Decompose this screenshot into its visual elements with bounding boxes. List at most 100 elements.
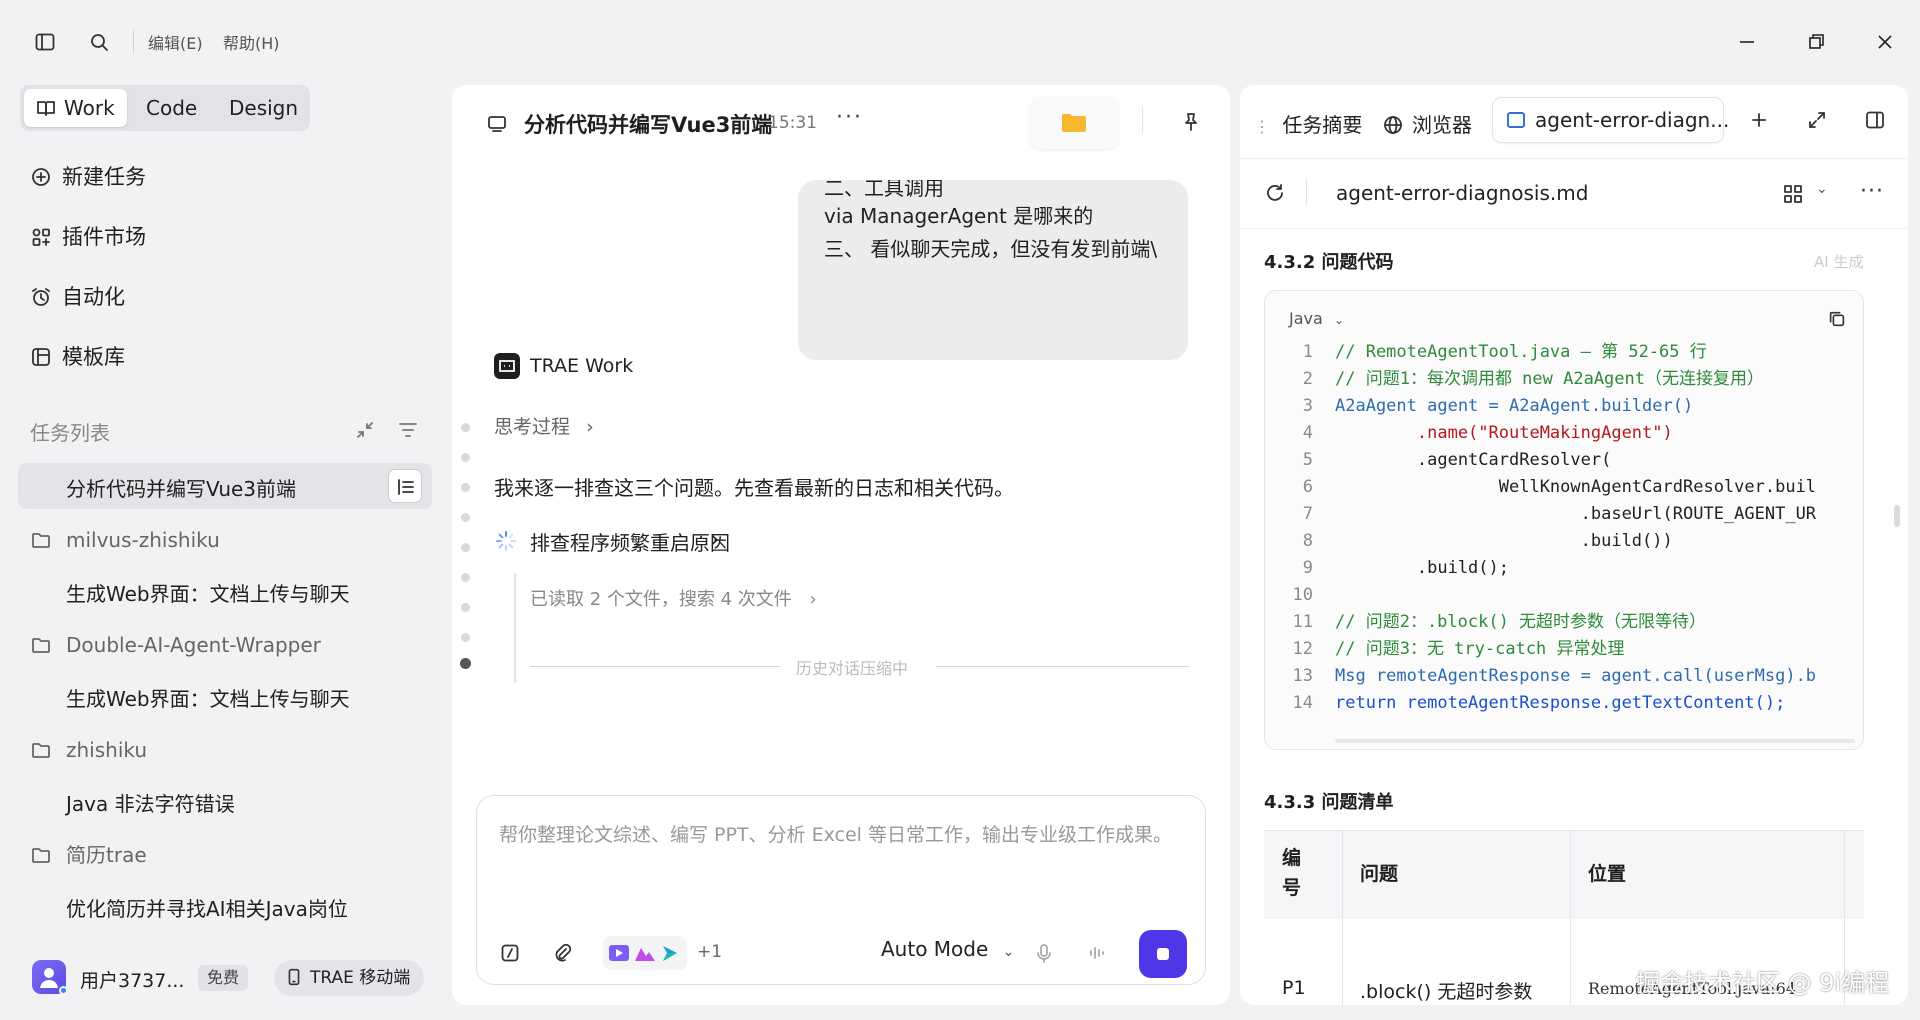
nav-plugin-market[interactable]: 插件市场 xyxy=(30,220,146,254)
nav-new-task-label: 新建任务 xyxy=(62,165,146,189)
mode-selector[interactable]: Auto Mode ⌄ xyxy=(881,937,1014,961)
chevron-down-icon[interactable]: ⌄ xyxy=(1816,181,1828,197)
task-item[interactable]: 生成Web界面：文档上传与聊天 xyxy=(18,568,432,614)
command-icon[interactable] xyxy=(499,942,521,964)
sidebar-toggle-icon[interactable] xyxy=(34,31,56,53)
nav-new-task[interactable]: 新建任务 xyxy=(30,160,146,194)
stop-icon xyxy=(1157,948,1169,960)
folder-zhishiku[interactable]: zhishiku xyxy=(30,733,147,767)
menu-help[interactable]: 帮助(H) xyxy=(223,30,280,54)
pin-icon[interactable] xyxy=(1180,111,1202,133)
filter-icon[interactable] xyxy=(397,419,419,441)
timeline-dot xyxy=(461,513,470,522)
folder-double-ai-agent-wrapper[interactable]: Double-AI-Agent-Wrapper xyxy=(30,628,321,662)
mode-work[interactable]: Work xyxy=(24,89,127,127)
menu-edit[interactable]: 编辑(E) xyxy=(148,30,203,54)
folder-milvus-zhishiku[interactable]: milvus-zhishiku xyxy=(30,523,220,557)
more-icon[interactable]: ··· xyxy=(1860,179,1884,204)
divider xyxy=(936,666,1189,667)
chat-input-box[interactable]: 帮你整理论文综述、编写 PPT、分析 Excel 等日常工作，输出专业级工作成果… xyxy=(476,795,1206,985)
chevron-right-icon: › xyxy=(809,589,817,610)
plus-icon[interactable] xyxy=(1748,109,1770,131)
task-item-label: Java 非法字符错误 xyxy=(66,792,235,816)
file-name: agent-error-diagnosis.md xyxy=(1336,181,1589,205)
plus-circle-icon xyxy=(30,166,52,188)
user-name[interactable]: 用户3737... xyxy=(80,966,184,993)
mode-code[interactable]: Code xyxy=(134,89,209,127)
thinking-toggle[interactable]: 思考过程 › xyxy=(494,412,594,439)
agent-name: TRAE Work xyxy=(530,355,634,377)
line-number: 13 xyxy=(1292,666,1313,686)
line-number: 5 xyxy=(1302,450,1313,470)
extra-tools-count[interactable]: +1 xyxy=(697,942,722,962)
copy-icon[interactable] xyxy=(1827,309,1847,329)
divider xyxy=(1240,158,1908,159)
task-item[interactable]: 优化简历并寻找AI相关Java岗位 xyxy=(18,883,432,929)
thinking-label: 思考过程 xyxy=(494,416,571,438)
chevron-down-icon: ⌄ xyxy=(1333,313,1344,327)
stop-button[interactable] xyxy=(1139,930,1187,978)
folder-resume-trae[interactable]: 简历trae xyxy=(30,838,147,872)
divider xyxy=(133,30,134,54)
list-icon xyxy=(395,476,417,498)
waveform-icon[interactable] xyxy=(1085,942,1107,964)
document-panel: ⋮ 任务摘要 浏览器 agent-error-diagn... agent-er… xyxy=(1240,85,1908,1005)
chat-time: 15:31 xyxy=(768,113,817,133)
chat-bubble-icon xyxy=(486,113,508,135)
tab-summary[interactable]: ⋮ 任务摘要 xyxy=(1254,103,1362,147)
section-heading: 4.3.2 问题代码 xyxy=(1264,252,1394,273)
task-outline-button[interactable] xyxy=(388,469,422,503)
minimize-button[interactable] xyxy=(1733,28,1761,56)
more-icon[interactable]: ··· xyxy=(836,105,863,130)
collapse-icon[interactable] xyxy=(354,419,376,441)
microphone-icon[interactable] xyxy=(1033,942,1055,964)
online-dot xyxy=(59,986,68,995)
nav-templates[interactable]: 模板库 xyxy=(30,340,125,374)
refresh-icon[interactable] xyxy=(1264,182,1286,204)
tab-file-active[interactable]: agent-error-diagn... xyxy=(1492,97,1729,143)
task-item-label: 生成Web界面：文档上传与聊天 xyxy=(66,687,350,711)
task-list-title: 任务列表 xyxy=(30,421,110,445)
mobile-app-button[interactable]: TRAE 移动端 xyxy=(274,960,425,996)
task-item-selected[interactable]: 分析代码并编写Vue3前端 xyxy=(18,463,432,509)
tab-browser[interactable]: 浏览器 xyxy=(1382,103,1472,147)
table-header: 编号 xyxy=(1282,847,1302,899)
folder-label: Double-AI-Agent-Wrapper xyxy=(66,633,321,657)
folder-icon xyxy=(1062,114,1086,132)
timeline-dot xyxy=(461,633,470,642)
vertical-scrollbar[interactable] xyxy=(1894,505,1900,527)
tools-group[interactable] xyxy=(603,936,687,970)
panel-toggle-icon[interactable] xyxy=(1864,109,1886,131)
folder-button[interactable] xyxy=(1030,97,1118,149)
chat-input-placeholder[interactable]: 帮你整理论文综述、编写 PPT、分析 Excel 等日常工作，输出专业级工作成果… xyxy=(499,820,1179,850)
timeline-dot xyxy=(461,603,470,612)
mode-design[interactable]: Design xyxy=(217,89,310,127)
nav-automation[interactable]: 自动化 xyxy=(30,280,125,314)
avatar[interactable] xyxy=(32,960,68,995)
task-item[interactable]: 生成Web界面：文档上传与聊天 xyxy=(18,673,432,719)
phone-icon xyxy=(284,967,304,987)
trae-logo-icon xyxy=(494,353,520,379)
search-icon[interactable] xyxy=(88,31,110,53)
divider xyxy=(1240,228,1908,229)
book-icon xyxy=(35,97,57,119)
code-language-selector[interactable]: Java ⌄ xyxy=(1289,309,1344,328)
restore-button[interactable] xyxy=(1802,28,1830,56)
line-number: 4 xyxy=(1302,423,1313,443)
chat-header: 分析代码并编写Vue3前端 15:31 ··· xyxy=(452,85,1230,180)
template-icon xyxy=(30,346,52,368)
paperclip-icon[interactable] xyxy=(551,942,573,964)
timeline-dot xyxy=(461,543,470,552)
ai-generated-badge: AI 生成 xyxy=(1814,253,1864,271)
tool-icons xyxy=(609,945,677,961)
task-item-label: 生成Web界面：文档上传与聊天 xyxy=(66,582,350,606)
step-detail[interactable]: 已读取 2 个文件，搜索 4 次文件 › xyxy=(530,585,817,611)
title-bar: 编辑(E) 帮助(H) xyxy=(0,0,1920,84)
task-item[interactable]: Java 非法字符错误 xyxy=(18,778,432,824)
list-icon: ⋮ xyxy=(1254,117,1270,136)
view-mode-icon[interactable] xyxy=(1782,183,1804,205)
horizontal-scrollbar[interactable] xyxy=(1335,739,1855,743)
close-button[interactable] xyxy=(1871,28,1899,56)
agent-reply: 我来逐一排查这三个问题。先查看最新的日志和相关代码。 xyxy=(494,476,1014,500)
expand-icon[interactable] xyxy=(1806,109,1828,131)
